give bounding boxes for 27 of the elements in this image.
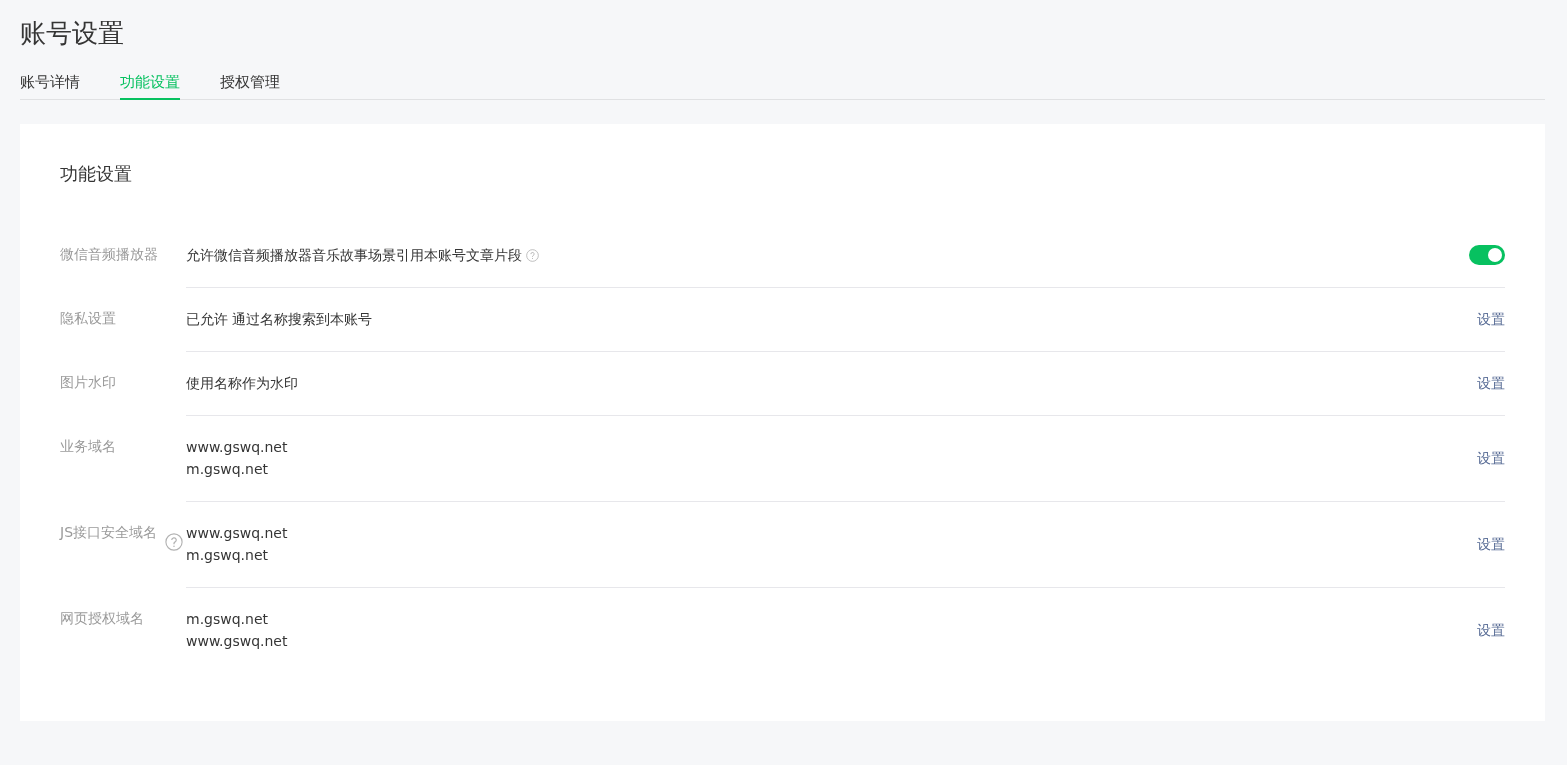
setting-value: 允许微信音频播放器音乐故事场景引用本账号文章片段: [186, 246, 522, 265]
setting-label: 网页授权域名: [60, 609, 145, 628]
help-icon[interactable]: [165, 533, 183, 551]
tab[interactable]: 授权管理: [220, 72, 280, 100]
settings-link[interactable]: 设置: [1477, 372, 1505, 394]
setting-value: www.gswq.net: [186, 438, 288, 457]
settings-link[interactable]: 设置: [1477, 619, 1505, 641]
setting-value: 使用名称作为水印: [186, 374, 298, 393]
section-title: 功能设置: [60, 162, 133, 186]
setting-value: m.gswq.net: [186, 460, 269, 479]
help-icon[interactable]: [526, 248, 539, 262]
setting-value: m.gswq.net: [186, 610, 269, 629]
setting-label: JS接口安全域名: [60, 523, 158, 542]
setting-label: 图片水印: [60, 373, 117, 392]
setting-label: 业务域名: [60, 437, 117, 456]
setting-label: 微信音频播放器: [60, 245, 159, 264]
setting-label: 隐私设置: [60, 309, 117, 328]
page-title: 账号设置: [20, 17, 125, 50]
settings-link[interactable]: 设置: [1477, 308, 1505, 330]
setting-value: 已允许 通过名称搜索到本账号: [186, 310, 373, 329]
setting-value: m.gswq.net: [186, 546, 269, 565]
settings-link[interactable]: 设置: [1477, 533, 1505, 555]
toggle-switch[interactable]: [1469, 245, 1505, 265]
settings-link[interactable]: 设置: [1477, 447, 1505, 469]
setting-value: www.gswq.net: [186, 524, 288, 543]
tab[interactable]: 账号详情: [20, 72, 80, 100]
setting-value: www.gswq.net: [186, 632, 288, 651]
